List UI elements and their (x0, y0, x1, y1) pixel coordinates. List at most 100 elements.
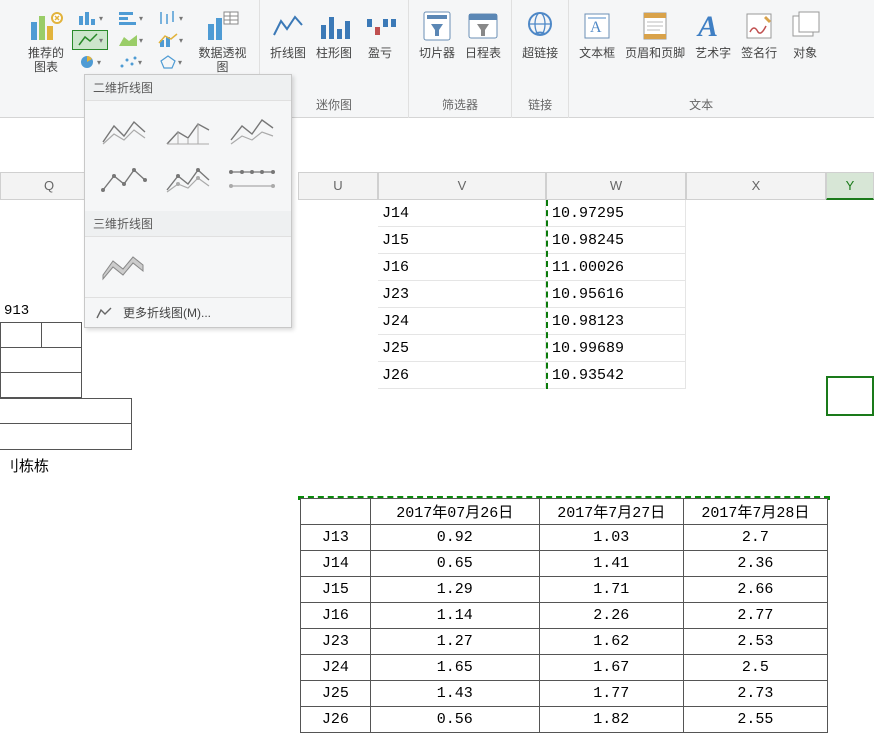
cell[interactable]: 2.5 (683, 655, 827, 681)
column-header-X[interactable]: X (686, 172, 826, 200)
cell[interactable]: 1.43 (370, 681, 539, 707)
line-sparkline-icon (271, 8, 305, 44)
more-line-icon (95, 305, 113, 321)
data-table: 2017年07月26日 2017年7月27日 2017年7月28日 J130.9… (300, 498, 828, 733)
cell[interactable]: J23 (301, 629, 371, 655)
signature-line-button[interactable]: 签名行 (737, 4, 781, 90)
cell[interactable]: J23 (378, 281, 546, 308)
cell[interactable]: 1.71 (539, 577, 683, 603)
column-header-Y[interactable]: Y (826, 172, 874, 200)
cell[interactable]: 0.65 (370, 551, 539, 577)
insert-column-chart-button[interactable]: ▾ (72, 8, 108, 28)
column-header-W[interactable]: W (546, 172, 686, 200)
cell[interactable]: J16 (301, 603, 371, 629)
cell[interactable]: 1.62 (539, 629, 683, 655)
cell[interactable]: J15 (378, 227, 546, 254)
cell[interactable]: 1.67 (539, 655, 683, 681)
cell[interactable]: 2.66 (683, 577, 827, 603)
insert-area-chart-button[interactable]: ▾ (112, 30, 148, 50)
cell[interactable]: 0.56 (370, 707, 539, 733)
line-chart-option-5[interactable] (163, 161, 213, 197)
cell[interactable]: 10.93542 (548, 362, 686, 389)
table-header[interactable]: 2017年7月28日 (683, 499, 827, 525)
cell[interactable]: 11.00026 (548, 254, 686, 281)
column-header-V[interactable]: V (378, 172, 546, 200)
cell[interactable]: 2.7 (683, 525, 827, 551)
sparkline-winloss-button[interactable]: 盈亏 (358, 4, 402, 90)
cell[interactable]: 10.98123 (548, 308, 686, 335)
cell[interactable]: 1.77 (539, 681, 683, 707)
cell[interactable]: 1.65 (370, 655, 539, 681)
cell[interactable]: 0.92 (370, 525, 539, 551)
cell[interactable]: 913 (0, 298, 40, 325)
cell[interactable]: 2.77 (683, 603, 827, 629)
insert-combo-chart-button[interactable]: ▾ (152, 30, 188, 50)
table-row: J241.651.672.5 (301, 655, 828, 681)
cell[interactable]: 1.03 (539, 525, 683, 551)
cell[interactable]: 2.26 (539, 603, 683, 629)
table-header[interactable]: 2017年07月26日 (370, 499, 539, 525)
insert-stock-chart-button[interactable]: ▾ (152, 8, 188, 28)
cell[interactable]: 10.99689 (548, 335, 686, 362)
line-chart-3d-option[interactable] (99, 247, 149, 283)
sparkline-column-label: 柱形图 (316, 46, 352, 60)
timeline-label: 日程表 (465, 46, 501, 60)
cell[interactable]: 1.27 (370, 629, 539, 655)
cell[interactable]: J25 (378, 335, 546, 362)
cell[interactable]: 1.82 (539, 707, 683, 733)
cell[interactable]: J24 (378, 308, 546, 335)
cell[interactable]: J15 (301, 577, 371, 603)
wordart-button[interactable]: A 艺术字 (691, 4, 735, 90)
cell[interactable]: 刂栋栋 (0, 454, 70, 481)
recommended-charts-button[interactable]: 推荐的 图表 (24, 4, 68, 90)
chart-type-column-1: ▾ ▾ ▾ (72, 4, 108, 72)
textbox-button[interactable]: A 文本框 (575, 4, 619, 90)
sparkline-winloss-label: 盈亏 (368, 46, 392, 60)
line-chart-dropdown[interactable]: 二维折线图 三维折线图 更多折线图(M)... (84, 74, 292, 328)
line-chart-option-2[interactable] (163, 113, 213, 149)
cell[interactable]: J16 (378, 254, 546, 281)
cell[interactable]: 1.14 (370, 603, 539, 629)
line-chart-option-3[interactable] (227, 113, 277, 149)
timeline-button[interactable]: 日程表 (461, 4, 505, 90)
insert-line-chart-button[interactable]: ▾ (72, 30, 108, 50)
cell[interactable]: J26 (301, 707, 371, 733)
line-chart-option-4[interactable] (99, 161, 149, 197)
insert-scatter-chart-button[interactable]: ▾ (112, 52, 148, 72)
cell[interactable]: J13 (301, 525, 371, 551)
object-button[interactable]: 对象 (783, 4, 827, 90)
cell[interactable]: J14 (378, 200, 546, 227)
slicer-button[interactable]: 切片器 (415, 4, 459, 90)
table-header[interactable] (301, 499, 371, 525)
header-footer-button[interactable]: 页眉和页脚 (621, 4, 689, 90)
hyperlink-button[interactable]: 超链接 (518, 4, 562, 90)
cell[interactable]: 2.73 (683, 681, 827, 707)
cell[interactable]: 2.53 (683, 629, 827, 655)
cell[interactable]: 10.95616 (548, 281, 686, 308)
more-line-charts-item[interactable]: 更多折线图(M)... (85, 297, 291, 327)
cell[interactable]: J25 (301, 681, 371, 707)
line-chart-option-1[interactable] (99, 113, 149, 149)
cell[interactable]: 10.97295 (548, 200, 686, 227)
object-icon (790, 8, 820, 44)
column-header-U[interactable]: U (298, 172, 378, 200)
insert-radar-chart-button[interactable]: ▾ (152, 52, 188, 72)
text-group-label: 文本 (689, 96, 713, 116)
signature-label: 签名行 (741, 46, 777, 60)
cell[interactable]: J26 (378, 362, 546, 389)
insert-bar-chart-button[interactable]: ▾ (112, 8, 148, 28)
sparkline-column-button[interactable]: 柱形图 (312, 4, 356, 90)
cell[interactable]: J24 (301, 655, 371, 681)
winloss-sparkline-icon (363, 8, 397, 44)
cell[interactable]: 1.41 (539, 551, 683, 577)
cell[interactable]: 1.29 (370, 577, 539, 603)
table-header[interactable]: 2017年7月27日 (539, 499, 683, 525)
cell[interactable]: 2.55 (683, 707, 827, 733)
active-cell[interactable] (826, 376, 874, 416)
cell[interactable]: 10.98245 (548, 227, 686, 254)
table-row: J151.291.712.66 (301, 577, 828, 603)
line-chart-option-6[interactable] (227, 161, 277, 197)
cell[interactable]: 2.36 (683, 551, 827, 577)
insert-pie-chart-button[interactable]: ▾ (72, 52, 108, 72)
cell[interactable]: J14 (301, 551, 371, 577)
